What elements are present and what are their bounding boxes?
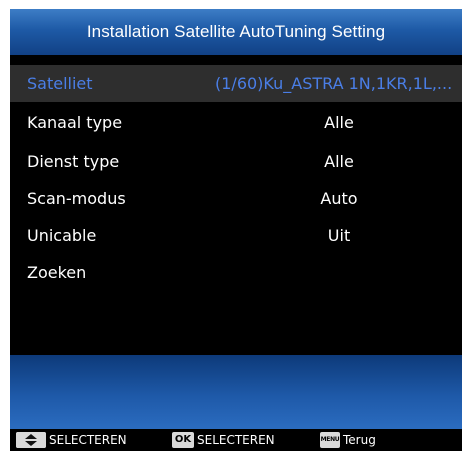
settings-list: Satelliet (1/60)Ku_ASTRA 1N,1KR,1L,... K…: [10, 55, 462, 355]
autotuning-screen: Installation Satellite AutoTuning Settin…: [10, 9, 462, 451]
page-title: Installation Satellite AutoTuning Settin…: [10, 9, 462, 55]
help-updown: SELECTEREN: [16, 432, 127, 448]
menu-row-label: Scan-modus: [27, 189, 126, 208]
menu-row-value: Uit: [327, 226, 351, 245]
up-down-arrows-icon: [16, 432, 46, 448]
menu-row-value: Alle: [324, 113, 354, 132]
help-menu-label: Terug: [343, 433, 376, 447]
menu-row-kanaal-type[interactable]: Kanaal type Alle: [10, 104, 462, 141]
help-menu: MENU Terug: [320, 432, 376, 448]
help-updown-label: SELECTEREN: [49, 433, 127, 447]
help-bar: SELECTEREN OK SELECTEREN MENU Terug: [10, 429, 462, 451]
menu-row-label: Satelliet: [27, 74, 93, 93]
menu-row-value: Auto: [320, 189, 358, 208]
ok-key-icon: OK: [172, 432, 194, 448]
menu-row-label: Kanaal type: [27, 113, 123, 132]
menu-row-value: Alle: [324, 152, 354, 171]
menu-row-unicable[interactable]: Unicable Uit: [10, 217, 462, 254]
menu-row-label: Zoeken: [27, 263, 87, 282]
menu-row-label: Unicable: [27, 226, 97, 245]
menu-row-label: Dienst type: [27, 152, 120, 171]
info-panel: [10, 355, 462, 429]
menu-row-value: (1/60)Ku_ASTRA 1N,1KR,1L,...: [215, 74, 453, 93]
menu-row-zoeken[interactable]: Zoeken: [10, 254, 462, 291]
help-ok-label: SELECTEREN: [197, 433, 275, 447]
menu-row-dienst-type[interactable]: Dienst type Alle: [10, 143, 462, 180]
menu-key-icon: MENU: [320, 432, 340, 448]
help-ok: OK SELECTEREN: [172, 432, 275, 448]
menu-row-scan-modus[interactable]: Scan-modus Auto: [10, 180, 462, 217]
menu-row-satelliet[interactable]: Satelliet (1/60)Ku_ASTRA 1N,1KR,1L,...: [10, 65, 462, 102]
